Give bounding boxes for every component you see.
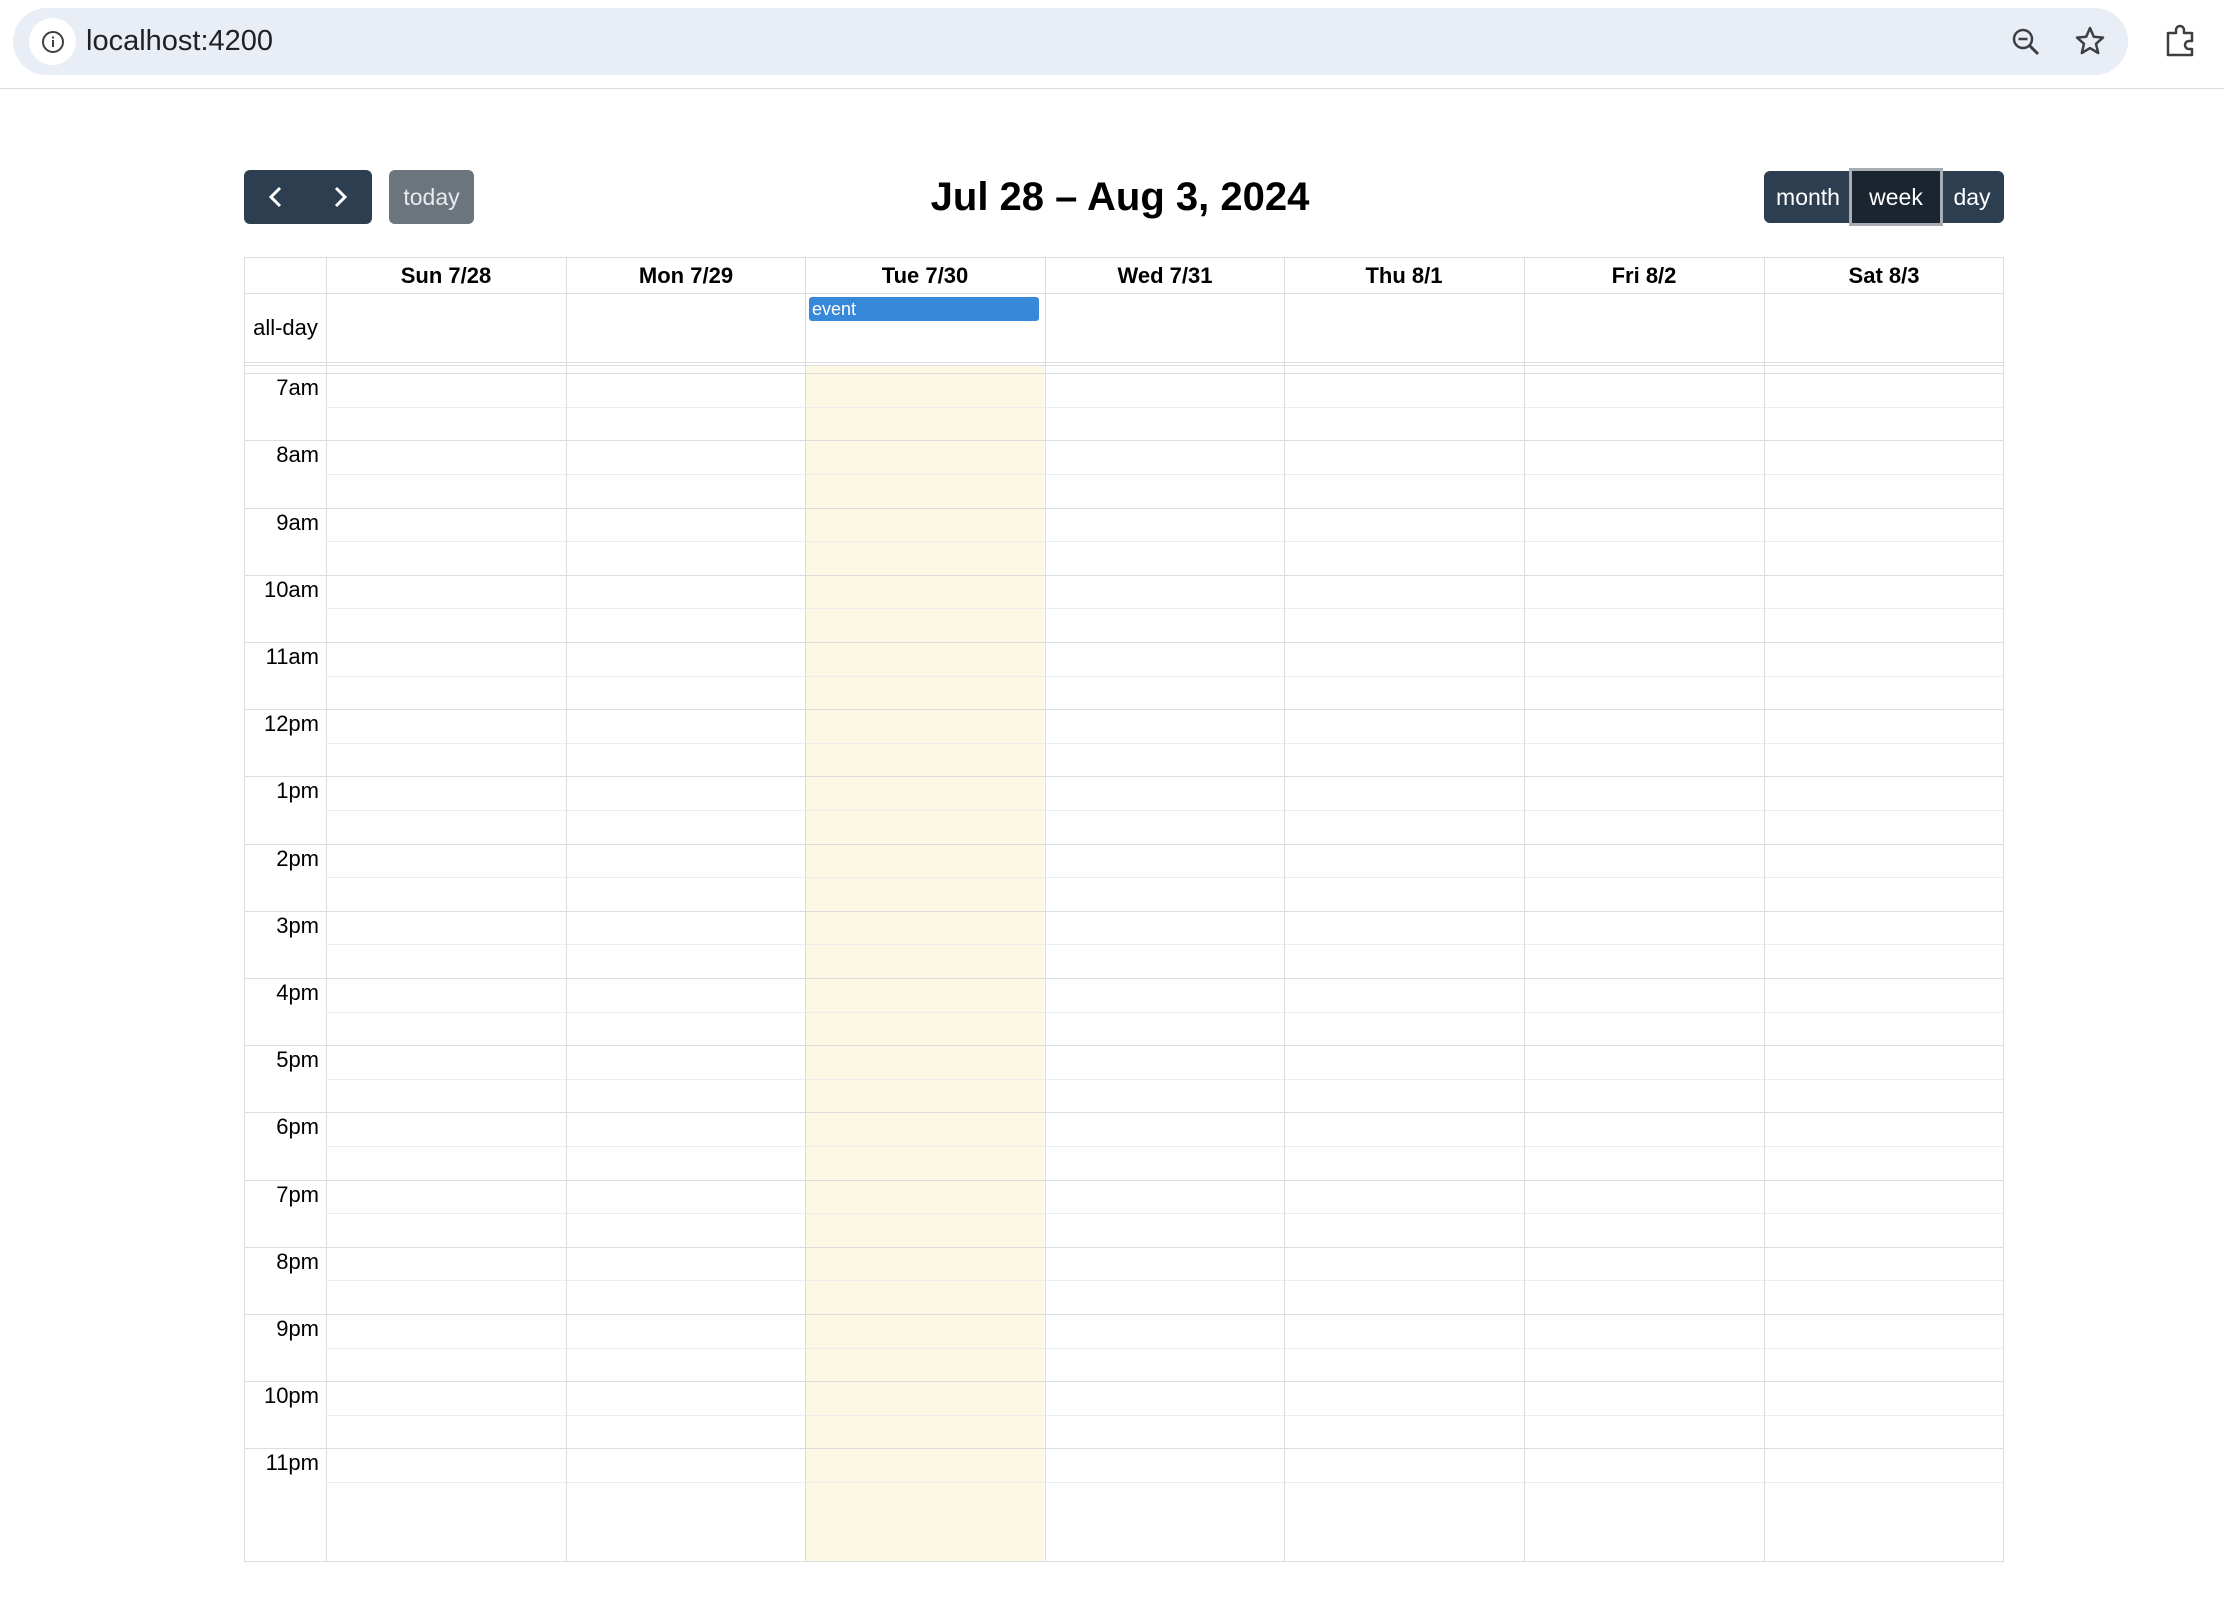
column-divider: [566, 258, 567, 1561]
hour-line: [245, 1448, 2003, 1449]
half-hour-line: [326, 1482, 2003, 1483]
half-hour-line: [326, 1012, 2003, 1013]
day-header[interactable]: Sat 8/3: [1764, 258, 2004, 293]
half-hour-line: [326, 1415, 2003, 1416]
half-hour-line: [326, 944, 2003, 945]
allday-label: all-day: [253, 315, 318, 340]
half-hour-line: [326, 541, 2003, 542]
time-label: 10pm: [263, 1383, 319, 1408]
time-label: 8am: [276, 442, 319, 467]
hour-line: [245, 978, 2003, 979]
extensions-icon[interactable]: [2164, 23, 2198, 62]
column-divider: [1524, 258, 1525, 1561]
info-icon[interactable]: [29, 18, 76, 65]
day-header[interactable]: Thu 8/1: [1284, 258, 1524, 293]
column-divider: [1045, 258, 1046, 1561]
hour-line: [245, 1045, 2003, 1046]
week-view-button[interactable]: week: [1852, 171, 1940, 223]
hour-line: [245, 709, 2003, 710]
time-label: 9am: [276, 510, 319, 535]
time-label: 10am: [263, 577, 319, 602]
browser-toolbar: localhost:4200: [0, 0, 2224, 89]
today-button[interactable]: today: [389, 170, 474, 224]
time-label: 1pm: [276, 778, 319, 803]
url-text[interactable]: localhost:4200: [86, 8, 273, 75]
chevron-right-icon: [334, 186, 348, 208]
day-view-button[interactable]: day: [1940, 171, 2004, 223]
half-hour-line: [326, 810, 2003, 811]
month-view-button[interactable]: month: [1764, 171, 1852, 223]
time-label: 11pm: [265, 1450, 319, 1475]
hour-line: [245, 373, 2003, 374]
day-header[interactable]: Wed 7/31: [1045, 258, 1285, 293]
half-hour-line: [326, 1213, 2003, 1214]
hour-line: [245, 1180, 2003, 1181]
half-hour-line: [326, 474, 2003, 475]
time-label: 3pm: [276, 913, 319, 938]
time-label: 6pm: [276, 1114, 319, 1139]
time-label: 7am: [276, 375, 319, 400]
hour-line: [245, 440, 2003, 441]
time-label: 9pm: [276, 1316, 319, 1341]
time-label: 2pm: [276, 846, 319, 871]
half-hour-line: [326, 743, 2003, 744]
hour-line: [245, 776, 2003, 777]
hour-line: [245, 575, 2003, 576]
time-label: 12pm: [263, 711, 319, 736]
chevron-left-icon: [268, 186, 282, 208]
half-hour-line: [326, 877, 2003, 878]
time-label: 11am: [265, 644, 319, 669]
half-hour-line: [326, 407, 2003, 408]
address-bar[interactable]: localhost:4200: [13, 8, 2128, 75]
next-button[interactable]: [308, 170, 372, 224]
time-label: 4pm: [276, 980, 319, 1005]
prev-button[interactable]: [244, 170, 308, 224]
hour-line: [245, 1381, 2003, 1382]
half-hour-line: [326, 1146, 2003, 1147]
half-hour-line: [326, 1280, 2003, 1281]
time-grid[interactable]: 6am7am8am9am10am11am12pm1pm2pm3pm4pm5pm6…: [245, 366, 2003, 1561]
view-switcher: month week day: [1764, 171, 2004, 223]
week-grid: all-day 6am7am8am9am10am11am12pm1pm2pm3p…: [244, 257, 2004, 1562]
day-header[interactable]: Fri 8/2: [1524, 258, 1764, 293]
hour-line: [245, 642, 2003, 643]
column-divider: [1764, 258, 1765, 1561]
time-label: 8pm: [276, 1249, 319, 1274]
day-header[interactable]: Tue 7/30: [805, 258, 1045, 293]
hour-line: [245, 508, 2003, 509]
time-label: 5pm: [276, 1047, 319, 1072]
hour-line: [245, 844, 2003, 845]
hour-line: [245, 1112, 2003, 1113]
half-hour-line: [326, 1079, 2003, 1080]
time-label: 7pm: [276, 1182, 319, 1207]
header-divider: [245, 293, 2003, 294]
day-header[interactable]: Sun 7/28: [326, 258, 566, 293]
hour-line: [245, 1314, 2003, 1315]
star-icon[interactable]: [2074, 25, 2106, 62]
calendar-event[interactable]: event: [809, 297, 1039, 321]
column-divider: [1284, 258, 1285, 1561]
nav-button-group: [244, 170, 372, 224]
half-hour-line: [326, 608, 2003, 609]
column-divider: [326, 258, 327, 1561]
half-hour-line: [326, 1348, 2003, 1349]
calendar-title: Jul 28 – Aug 3, 2024: [930, 175, 1310, 219]
hour-line: [245, 1247, 2003, 1248]
day-header[interactable]: Mon 7/29: [566, 258, 806, 293]
zoom-icon[interactable]: [2010, 26, 2042, 63]
hour-line: [245, 911, 2003, 912]
half-hour-line: [326, 676, 2003, 677]
column-divider: [805, 258, 806, 1561]
